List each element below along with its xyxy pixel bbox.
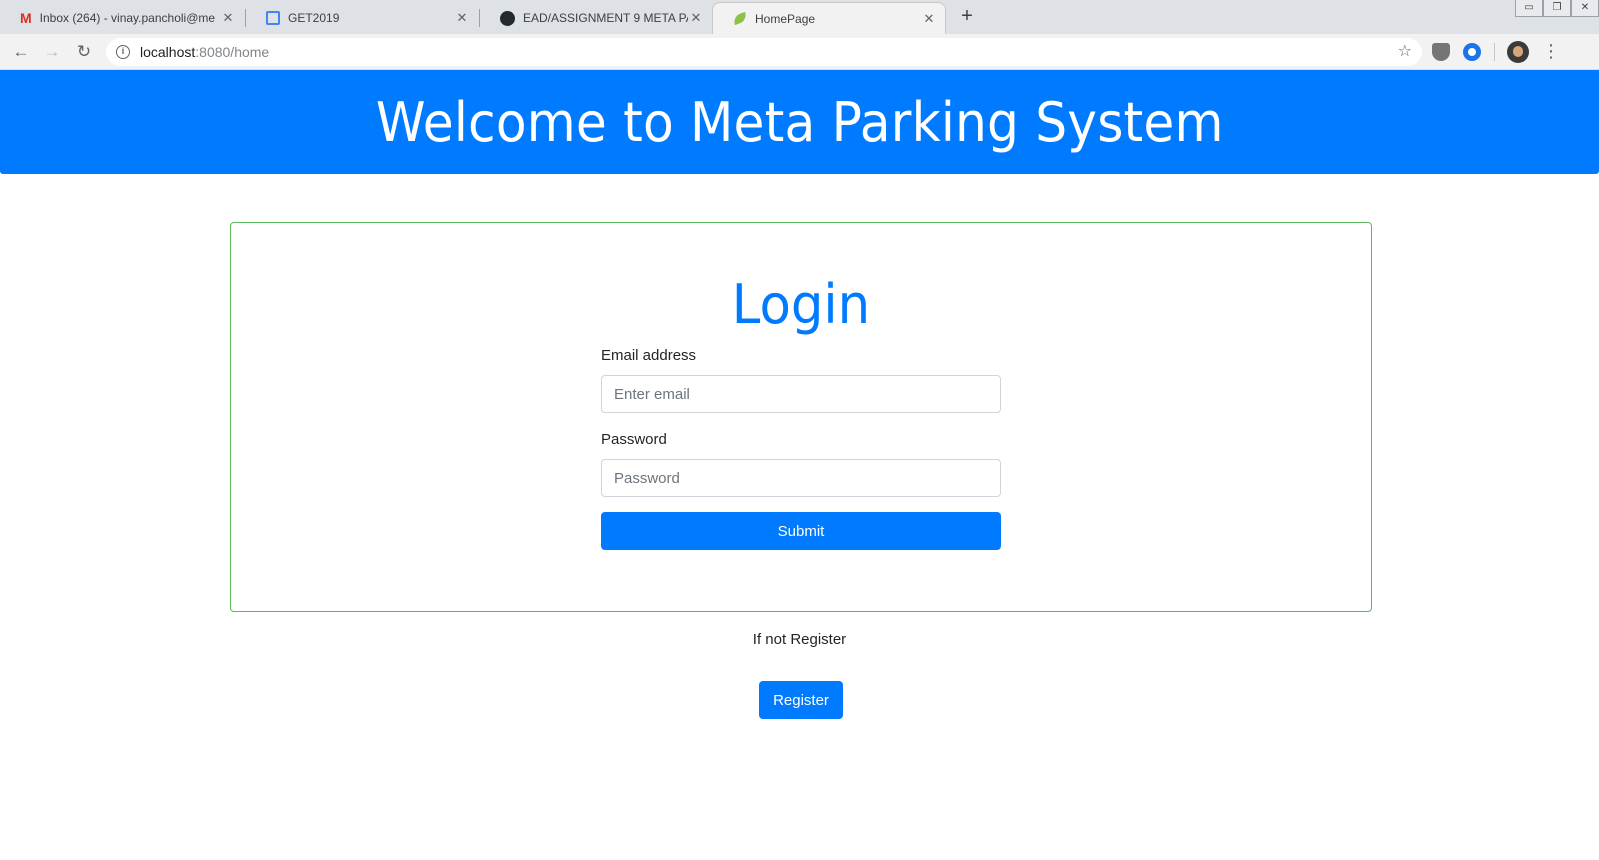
back-icon[interactable]: ← <box>9 40 33 64</box>
submit-button[interactable]: Submit <box>601 512 1001 550</box>
email-input[interactable] <box>601 375 1001 413</box>
sheet-icon <box>266 11 280 25</box>
tab-homepage[interactable]: HomePage ✕ <box>712 2 946 34</box>
header-banner: Welcome to Meta Parking System <box>0 70 1599 174</box>
minimize-button[interactable]: ▭ <box>1515 0 1543 17</box>
tab-title: Inbox (264) - vinay.pancholi@me <box>39 11 216 25</box>
password-input[interactable] <box>601 459 1001 497</box>
restore-button[interactable]: ❐ <box>1543 0 1571 17</box>
page-title: Welcome to Meta Parking System <box>375 90 1224 154</box>
shield-extension-icon[interactable] <box>1432 43 1450 61</box>
new-tab-button[interactable]: + <box>953 4 981 30</box>
blue-extension-icon[interactable] <box>1463 43 1481 61</box>
close-icon[interactable]: ✕ <box>921 11 937 27</box>
kebab-menu-icon[interactable]: ⋮ <box>1542 40 1560 64</box>
tab-title: GET2019 <box>288 11 340 25</box>
password-label: Password <box>601 431 667 448</box>
page-content: Welcome to Meta Parking System Login Ema… <box>0 70 1599 860</box>
toolbar-divider <box>1494 43 1495 61</box>
close-icon[interactable]: ✕ <box>220 10 236 26</box>
register-button[interactable]: Register <box>759 681 843 719</box>
tab-strip: M Inbox (264) - vinay.pancholi@me ✕ GET2… <box>0 0 1599 34</box>
tab-gmail[interactable]: M Inbox (264) - vinay.pancholi@me ✕ <box>0 2 244 34</box>
close-icon[interactable]: ✕ <box>688 10 704 26</box>
tab-title: HomePage <box>755 11 816 26</box>
tab-title: EAD/ASSIGNMENT 9 META PARK <box>523 11 688 25</box>
tab-github[interactable]: EAD/ASSIGNMENT 9 META PARK ✕ <box>480 2 712 34</box>
browser-toolbar: ← → ↻ i localhost:8080/home ☆ ⋮ <box>0 34 1599 70</box>
profile-avatar[interactable] <box>1507 41 1529 63</box>
close-icon[interactable]: ✕ <box>454 10 470 26</box>
close-window-button[interactable]: ✕ <box>1571 0 1599 17</box>
address-bar[interactable]: i localhost:8080/home ☆ <box>106 38 1422 66</box>
url-host: localhost <box>140 44 196 60</box>
reload-icon[interactable]: ↻ <box>72 40 96 64</box>
window-controls: ▭ ❐ ✕ <box>1515 0 1599 18</box>
gmail-icon: M <box>20 10 32 26</box>
login-card: Login Email address Password Submit <box>230 222 1372 612</box>
tab-get2019[interactable]: GET2019 ✕ <box>246 2 478 34</box>
forward-icon[interactable]: → <box>40 40 64 64</box>
url-path: :8080/home <box>195 44 270 60</box>
github-icon <box>500 10 515 26</box>
bookmark-star-icon[interactable]: ☆ <box>1398 41 1412 61</box>
login-title: Login <box>731 273 871 336</box>
info-icon[interactable]: i <box>116 45 130 59</box>
email-label: Email address <box>601 347 697 364</box>
register-prompt: If not Register <box>752 631 847 648</box>
leaf-icon <box>731 11 749 26</box>
